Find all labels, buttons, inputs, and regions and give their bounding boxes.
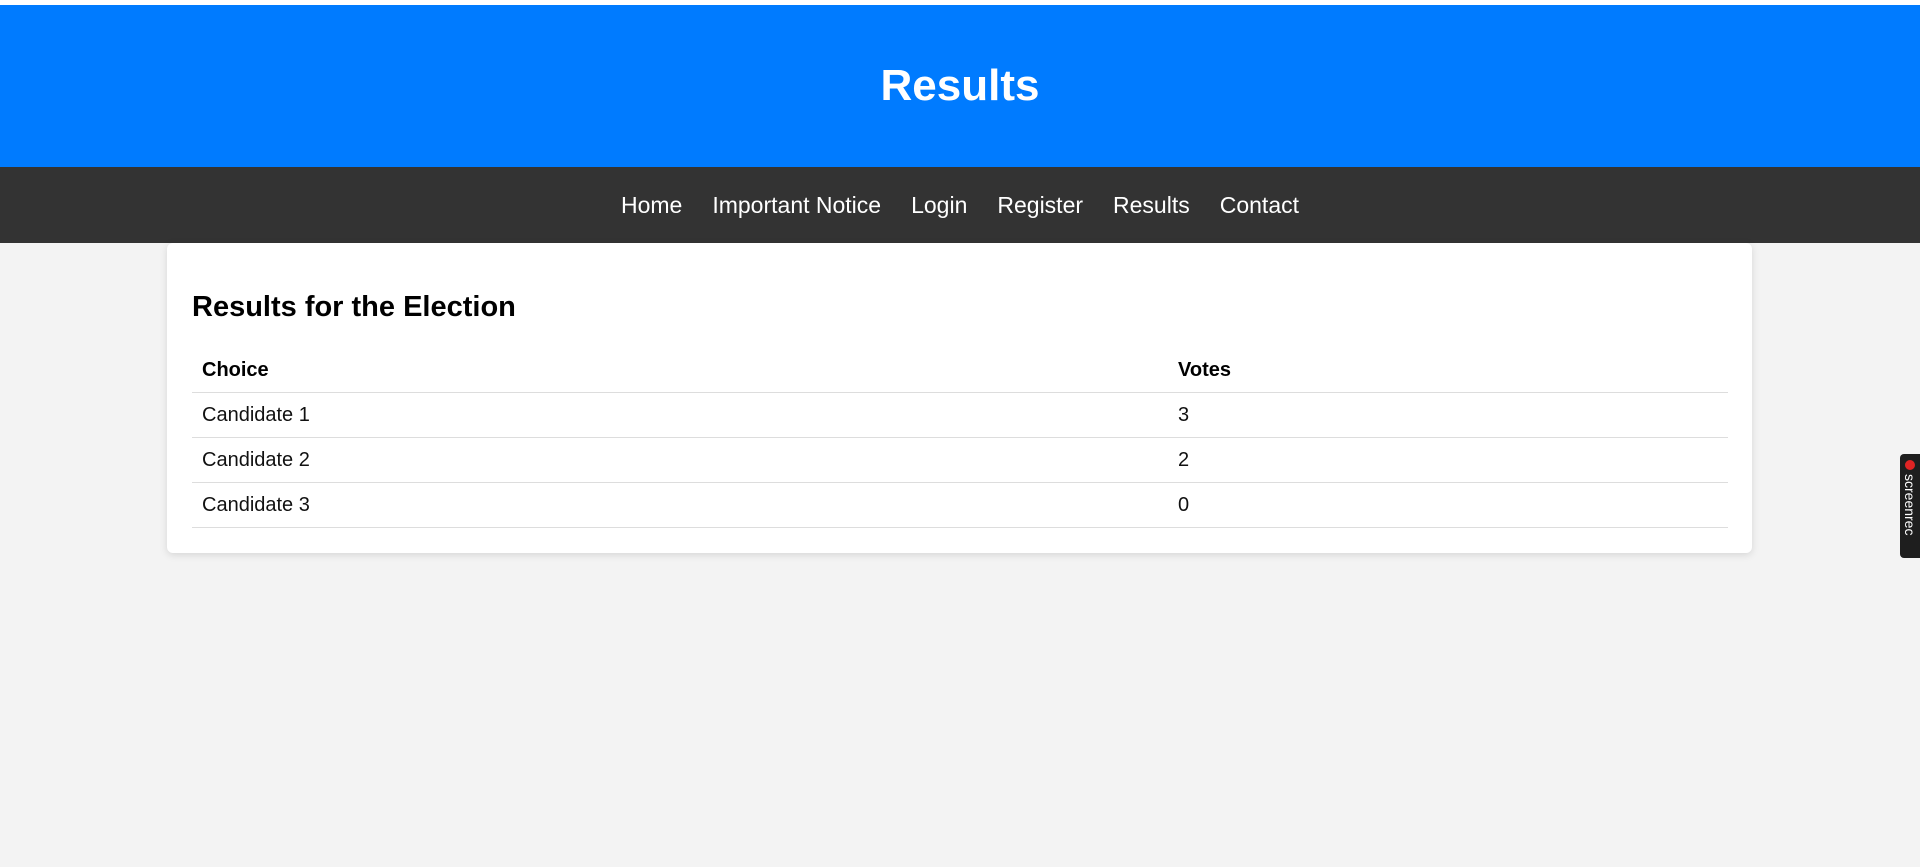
screenrec-widget[interactable]: screenrec — [1900, 454, 1920, 558]
table-row: Candidate 3 0 — [192, 482, 1728, 528]
nav-link-important-notice[interactable]: Important Notice — [712, 192, 881, 219]
nav-link-home[interactable]: Home — [621, 192, 682, 219]
results-table: Choice Votes Candidate 1 3 Candidate 2 2… — [192, 348, 1728, 528]
results-heading: Results for the Election — [192, 291, 516, 323]
choice-cell: Candidate 1 — [192, 392, 1168, 438]
nav-link-results[interactable]: Results — [1113, 192, 1190, 219]
votes-cell: 3 — [1168, 392, 1728, 438]
choice-cell: Candidate 3 — [192, 482, 1168, 528]
table-row: Candidate 2 2 — [192, 437, 1728, 483]
page-header: Results — [0, 5, 1920, 167]
column-header-votes: Votes — [1168, 348, 1728, 393]
screenrec-label: screenrec — [1902, 474, 1918, 536]
main-nav: Home Important Notice Login Register Res… — [0, 167, 1920, 243]
column-header-choice: Choice — [192, 348, 1168, 393]
choice-cell: Candidate 2 — [192, 437, 1168, 483]
page-title: Results — [880, 61, 1040, 110]
votes-cell: 2 — [1168, 437, 1728, 483]
nav-link-login[interactable]: Login — [911, 192, 967, 219]
nav-link-register[interactable]: Register — [997, 192, 1083, 219]
table-row: Candidate 1 3 — [192, 392, 1728, 438]
nav-link-contact[interactable]: Contact — [1220, 192, 1299, 219]
votes-cell: 0 — [1168, 482, 1728, 528]
results-card: Results for the Election Choice Votes Ca… — [167, 243, 1752, 553]
table-header-row: Choice Votes — [192, 348, 1728, 393]
record-dot-icon — [1905, 460, 1915, 470]
